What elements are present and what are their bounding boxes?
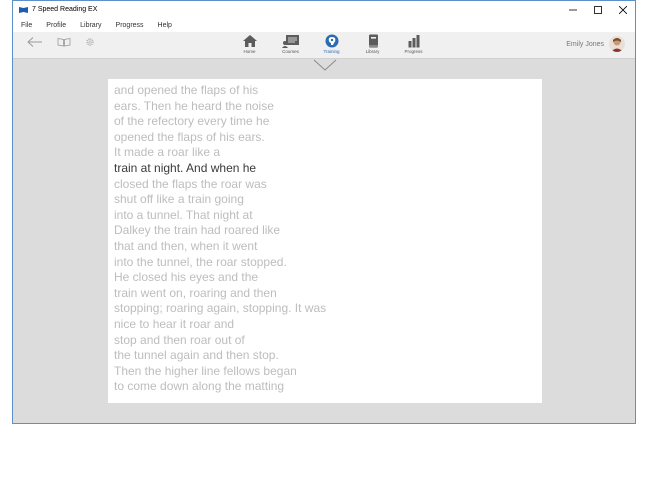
text-line: of the refectory every time he xyxy=(114,114,270,129)
window-controls xyxy=(560,1,635,18)
close-button[interactable] xyxy=(610,1,635,18)
progress-icon xyxy=(408,35,419,48)
nav-home[interactable]: Home xyxy=(229,34,270,54)
nav-courses[interactable]: Courses xyxy=(270,34,311,54)
book-view-button[interactable] xyxy=(57,37,71,47)
nav-library-label: Library xyxy=(365,49,380,54)
text-line: into the tunnel, the roar stopped. xyxy=(114,254,287,269)
text-line: Dalkey the train had roared like xyxy=(114,223,281,238)
toolbar-left-actions xyxy=(27,37,109,47)
text-line: to come down along the matting xyxy=(114,379,285,394)
back-arrow-icon xyxy=(27,37,42,47)
menu-help[interactable]: Help xyxy=(158,22,172,29)
book-logo-icon xyxy=(19,7,28,13)
text-line: the tunnel again and then stop. xyxy=(114,348,279,363)
minimize-button[interactable] xyxy=(560,1,585,18)
nav-training-label: Training xyxy=(323,49,340,54)
menu-bar: File Profile Library Progress Help xyxy=(13,18,635,32)
menu-file[interactable]: File xyxy=(21,22,32,29)
text-line: ears. Then he heard the noise xyxy=(114,98,274,113)
nav-training[interactable]: Training xyxy=(311,34,352,54)
text-line: and opened the flaps of his xyxy=(114,83,259,97)
menu-library[interactable]: Library xyxy=(80,22,101,29)
text-line: nice to hear it roar and xyxy=(114,316,235,331)
text-line: stop and then roar out of xyxy=(114,332,245,347)
nav-home-label: Home xyxy=(243,49,256,54)
home-icon xyxy=(242,35,257,47)
user-profile[interactable]: Emily Jones xyxy=(566,36,625,52)
open-book-icon xyxy=(57,38,71,47)
window-title: 7 Speed Reading EX xyxy=(32,6,98,13)
text-line: opened the flaps of his ears. xyxy=(114,129,265,144)
text-line: into a tunnel. That night at xyxy=(114,207,253,222)
text-line: He closed his eyes and the xyxy=(114,270,259,285)
text-line: It made a roar like a xyxy=(114,145,221,160)
menu-progress[interactable]: Progress xyxy=(116,22,144,29)
settings-button[interactable] xyxy=(85,37,95,47)
main-nav: Home Courses Training Library Progress xyxy=(229,34,434,54)
menu-profile[interactable]: Profile xyxy=(46,22,66,29)
toolbar: Home Courses Training Library Progress E… xyxy=(13,32,635,59)
gear-icon xyxy=(86,38,94,46)
maximize-button[interactable] xyxy=(585,1,610,18)
courses-icon xyxy=(281,35,299,48)
nav-courses-label: Courses xyxy=(282,49,299,54)
reading-panel: and opened the flaps of his ears. Then h… xyxy=(108,79,542,403)
user-name: Emily Jones xyxy=(566,40,604,48)
reading-lines: and opened the flaps of his ears. Then h… xyxy=(114,83,326,395)
nav-progress[interactable]: Progress xyxy=(393,34,434,54)
avatar-icon xyxy=(609,36,625,52)
text-line: shut off like a train going xyxy=(114,192,244,207)
chevron-down-icon[interactable] xyxy=(313,59,337,71)
library-icon xyxy=(368,34,378,48)
training-icon xyxy=(325,34,338,48)
text-line: stopping; roaring again, stopping. It wa… xyxy=(114,301,327,316)
maximize-icon xyxy=(593,5,602,14)
title-bar[interactable]: 7 Speed Reading EX xyxy=(13,1,635,18)
close-icon xyxy=(618,5,627,14)
text-line: that and then, when it went xyxy=(114,238,258,253)
app-window: 7 Speed Reading EX File Profile Library … xyxy=(12,0,636,424)
text-line: Then the higher line fellows began xyxy=(114,363,297,378)
nav-library[interactable]: Library xyxy=(352,34,393,54)
avatar[interactable] xyxy=(609,36,625,52)
minimize-icon xyxy=(568,9,577,10)
text-line: train went on, roaring and then xyxy=(114,285,277,300)
text-line: closed the flaps the roar was xyxy=(114,176,267,191)
nav-progress-label: Progress xyxy=(404,49,423,54)
text-line-active: train at night. And when he xyxy=(114,160,257,175)
back-button[interactable] xyxy=(27,37,43,47)
